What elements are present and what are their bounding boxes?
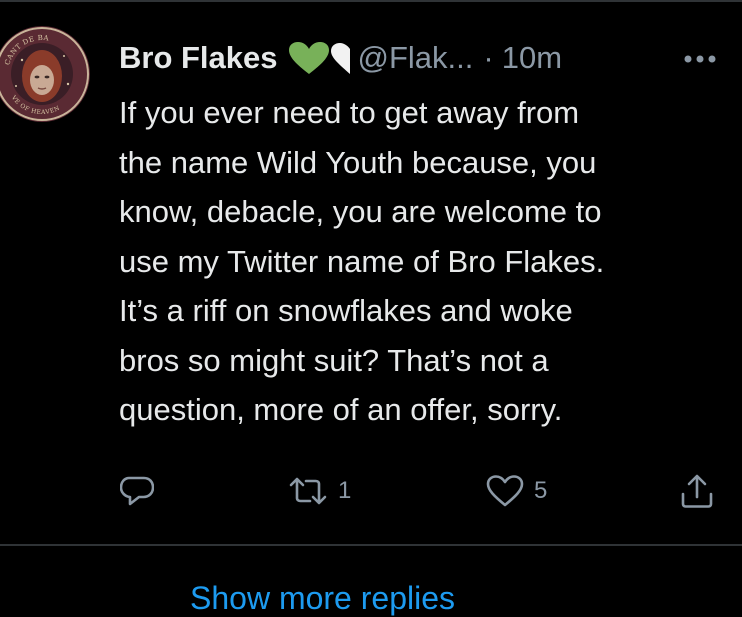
more-dots-icon xyxy=(684,55,716,63)
like-count: 5 xyxy=(534,477,548,504)
more-options-button[interactable] xyxy=(680,44,720,74)
tweet-text-line: question, more of an offer, sorry. xyxy=(119,392,563,427)
share-icon xyxy=(681,474,713,508)
show-more-replies-link[interactable]: Show more replies xyxy=(190,580,455,617)
share-button[interactable] xyxy=(680,466,714,516)
separator-dot: · xyxy=(483,40,494,75)
tweet-actions: 1 5 xyxy=(0,466,742,516)
retweet-count: 1 xyxy=(338,477,352,504)
tweet-text-line: the name Wild Youth because, you xyxy=(119,144,597,180)
green-heart-icon xyxy=(288,42,329,74)
tweet-text-line: know, debacle, you are welcome to xyxy=(119,194,602,229)
tweet-header: Bro Flakes @Flak... · 10m xyxy=(119,36,562,80)
timestamp[interactable]: 10m xyxy=(502,40,562,76)
reply-icon xyxy=(120,476,154,506)
like-button[interactable]: 5 xyxy=(486,466,547,516)
tweet[interactable]: CANT DE BA VE OF HEAVEN Bro Flakes @Flak… xyxy=(0,0,742,546)
display-name[interactable]: Bro Flakes xyxy=(119,40,278,76)
avatar[interactable]: CANT DE BA VE OF HEAVEN xyxy=(0,26,90,122)
retweet-button[interactable]: 1 xyxy=(288,466,351,516)
heart-icon xyxy=(486,475,524,507)
tweet-text-line: If you ever need to get away from xyxy=(119,95,580,130)
handle[interactable]: @Flak... xyxy=(358,40,474,76)
name-badges xyxy=(288,41,352,75)
tweet-text-line: use my Twitter name of Bro Flakes. xyxy=(119,243,605,279)
reply-button[interactable] xyxy=(120,466,154,516)
white-half-heart-icon xyxy=(330,43,350,74)
retweet-icon xyxy=(289,477,327,505)
tweet-text-line: It’s a riff on snowflakes and woke xyxy=(119,293,573,328)
bottom-divider xyxy=(0,544,742,546)
tweet-text: If you ever need to get away from the na… xyxy=(119,88,729,435)
tweet-text-line: bros so might suit? That’s not a xyxy=(119,342,549,378)
